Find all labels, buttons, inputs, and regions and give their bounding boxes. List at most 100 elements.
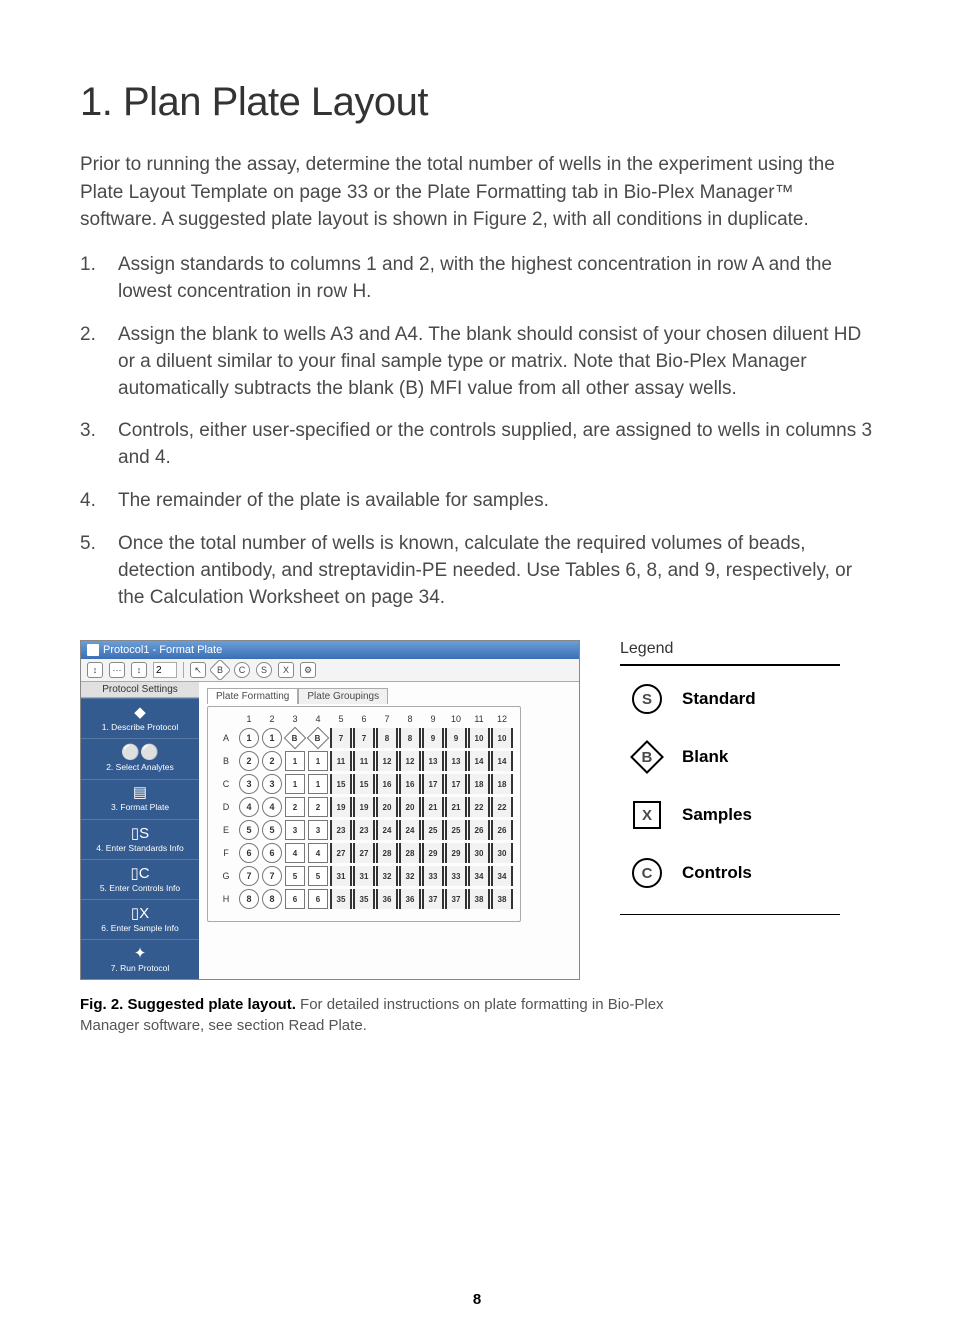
plate-well[interactable]: 11: [353, 750, 375, 772]
plate-well[interactable]: 28: [376, 842, 398, 864]
plate-well[interactable]: 36: [399, 888, 421, 910]
plate-well[interactable]: 8: [399, 727, 421, 749]
plate-well[interactable]: 28: [399, 842, 421, 864]
plate-well[interactable]: 33: [445, 865, 467, 887]
plate-well[interactable]: 32: [399, 865, 421, 887]
plate-well[interactable]: 2: [284, 796, 306, 818]
plate-well[interactable]: 29: [422, 842, 444, 864]
plate-well[interactable]: 29: [445, 842, 467, 864]
plate-well[interactable]: 15: [330, 773, 352, 795]
plate-well[interactable]: 20: [376, 796, 398, 818]
plate-well[interactable]: 1: [261, 727, 283, 749]
plate-well[interactable]: 1: [307, 750, 329, 772]
plate-well[interactable]: 30: [491, 842, 513, 864]
plate-well[interactable]: 37: [422, 888, 444, 910]
plate-well[interactable]: 25: [445, 819, 467, 841]
sidebar-step[interactable]: ◆1. Describe Protocol: [81, 698, 199, 738]
plate-well[interactable]: 3: [307, 819, 329, 841]
plate-well[interactable]: 22: [491, 796, 513, 818]
plate-well[interactable]: 5: [307, 865, 329, 887]
plate-well[interactable]: 9: [422, 727, 444, 749]
plate-well[interactable]: 17: [445, 773, 467, 795]
plate-well[interactable]: 5: [261, 819, 283, 841]
plate-well[interactable]: 10: [468, 727, 490, 749]
toolbar-icon[interactable]: ↕: [87, 662, 103, 678]
sidebar-step[interactable]: ▯S4. Enter Standards Info: [81, 819, 199, 859]
plate-well[interactable]: 25: [422, 819, 444, 841]
plate-well[interactable]: 30: [468, 842, 490, 864]
plate-well[interactable]: B: [307, 727, 329, 749]
plate-well[interactable]: 16: [399, 773, 421, 795]
plate-well[interactable]: 4: [284, 842, 306, 864]
plate-well[interactable]: 8: [261, 888, 283, 910]
plate-well[interactable]: 21: [445, 796, 467, 818]
plate-well[interactable]: 31: [330, 865, 352, 887]
plate-well[interactable]: 31: [353, 865, 375, 887]
plate-well[interactable]: 7: [353, 727, 375, 749]
plate-well[interactable]: 5: [284, 865, 306, 887]
plate-well[interactable]: 5: [238, 819, 260, 841]
plate-well[interactable]: 26: [491, 819, 513, 841]
plate-well[interactable]: 32: [376, 865, 398, 887]
plate-well[interactable]: 36: [376, 888, 398, 910]
plate-well[interactable]: 1: [284, 773, 306, 795]
plate-well[interactable]: 17: [422, 773, 444, 795]
plate-well[interactable]: 3: [261, 773, 283, 795]
plate-well[interactable]: 33: [422, 865, 444, 887]
standard-tool-icon[interactable]: S: [256, 662, 272, 678]
plate-well[interactable]: 1: [284, 750, 306, 772]
plate-well[interactable]: 10: [491, 727, 513, 749]
pointer-icon[interactable]: ↖: [190, 662, 206, 678]
replicate-spinner[interactable]: [153, 662, 177, 678]
plate-well[interactable]: 16: [376, 773, 398, 795]
plate-well[interactable]: 27: [330, 842, 352, 864]
plate-well[interactable]: 4: [238, 796, 260, 818]
plate-well[interactable]: 6: [284, 888, 306, 910]
plate-well[interactable]: 23: [330, 819, 352, 841]
sidebar-step[interactable]: ✦7. Run Protocol: [81, 939, 199, 979]
plate-well[interactable]: 34: [468, 865, 490, 887]
plate-well[interactable]: 34: [491, 865, 513, 887]
plate-well[interactable]: 8: [238, 888, 260, 910]
plate-well[interactable]: 11: [330, 750, 352, 772]
toolbar-icon[interactable]: ↕: [131, 662, 147, 678]
control-tool-icon[interactable]: C: [234, 662, 250, 678]
plate-well[interactable]: 7: [238, 865, 260, 887]
plate-well[interactable]: 7: [261, 865, 283, 887]
plate-well[interactable]: 14: [468, 750, 490, 772]
plate-well[interactable]: 26: [468, 819, 490, 841]
plate-well[interactable]: 2: [238, 750, 260, 772]
plate-well[interactable]: 19: [353, 796, 375, 818]
plate-well[interactable]: 21: [422, 796, 444, 818]
plate-well[interactable]: 3: [284, 819, 306, 841]
tab-plate-groupings[interactable]: Plate Groupings: [298, 688, 388, 704]
plate-well[interactable]: 15: [353, 773, 375, 795]
plate-well[interactable]: 6: [238, 842, 260, 864]
plate-well[interactable]: B: [284, 727, 306, 749]
sidebar-step[interactable]: ▤3. Format Plate: [81, 779, 199, 819]
plate-well[interactable]: 38: [468, 888, 490, 910]
sidebar-step[interactable]: ▯C5. Enter Controls Info: [81, 859, 199, 899]
plate-well[interactable]: 35: [353, 888, 375, 910]
sample-tool-icon[interactable]: X: [278, 662, 294, 678]
plate-well[interactable]: 14: [491, 750, 513, 772]
plate-well[interactable]: 4: [261, 796, 283, 818]
plate-well[interactable]: 27: [353, 842, 375, 864]
sidebar-header[interactable]: Protocol Settings: [81, 682, 199, 698]
plate-well[interactable]: 6: [307, 888, 329, 910]
plate-well[interactable]: 18: [468, 773, 490, 795]
plate-well[interactable]: 23: [353, 819, 375, 841]
plate-well[interactable]: 38: [491, 888, 513, 910]
plate-well[interactable]: 13: [422, 750, 444, 772]
plate-well[interactable]: 12: [376, 750, 398, 772]
plate-well[interactable]: 24: [376, 819, 398, 841]
plate-well[interactable]: 3: [238, 773, 260, 795]
plate-well[interactable]: 19: [330, 796, 352, 818]
plate-well[interactable]: 1: [307, 773, 329, 795]
plate-well[interactable]: 20: [399, 796, 421, 818]
tab-plate-formatting[interactable]: Plate Formatting: [207, 688, 298, 704]
plate-well[interactable]: 35: [330, 888, 352, 910]
clear-tool-icon[interactable]: ⚙: [300, 662, 316, 678]
sidebar-step[interactable]: ▯X6. Enter Sample Info: [81, 899, 199, 939]
plate-well[interactable]: 22: [468, 796, 490, 818]
